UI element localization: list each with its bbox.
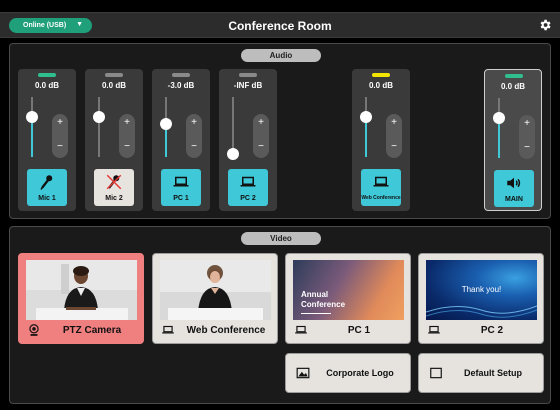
source-label: PC 2 bbox=[480, 325, 504, 336]
channel-strip-pc-2: -INF dB + − PC 2 bbox=[219, 69, 277, 211]
level-indicator bbox=[505, 74, 523, 78]
gain-stepper: + − bbox=[52, 114, 68, 158]
mute-button-mic-1[interactable]: Mic 1 bbox=[27, 169, 67, 206]
level-indicator bbox=[239, 73, 257, 77]
channel-strip-web-conference: 0.0 dB + − Web Conference bbox=[352, 69, 410, 211]
gain-stepper: + − bbox=[186, 114, 202, 158]
level-indicator bbox=[105, 73, 123, 77]
source-tile-ptz-camera[interactable]: PTZ Camera bbox=[18, 253, 144, 344]
mute-button-web-conference[interactable]: Web Conference bbox=[361, 169, 401, 206]
square-icon bbox=[430, 367, 442, 379]
top-bar: Online (USB) ▼ Conference Room bbox=[0, 12, 560, 38]
level-indicator bbox=[38, 73, 56, 77]
channel-strip-mic-1: 0.0 dB + − Mic 1 bbox=[18, 69, 76, 211]
app-title: Conference Room bbox=[228, 19, 332, 33]
gear-icon[interactable] bbox=[538, 18, 552, 32]
level-indicator bbox=[172, 73, 190, 77]
app-window: Online (USB) ▼ Conference Room Audio 0.0… bbox=[0, 0, 560, 410]
mute-button-mic-2[interactable]: Mic 2 bbox=[94, 169, 134, 206]
channel-label: Mic 2 bbox=[105, 195, 123, 202]
laptop-icon bbox=[240, 176, 256, 187]
webcam-icon bbox=[29, 324, 39, 336]
gain-increase-button[interactable]: + bbox=[119, 117, 135, 128]
source-tile-pc-2[interactable]: Thank you! PC 2 bbox=[418, 253, 544, 344]
button-label: Corporate Logo bbox=[326, 368, 394, 378]
gain-readout: 0.0 dB bbox=[101, 81, 126, 90]
gain-stepper: + − bbox=[386, 114, 402, 158]
fader-handle[interactable] bbox=[227, 148, 239, 160]
gain-increase-button[interactable]: + bbox=[386, 117, 402, 128]
source-tile-web-conference[interactable]: Web Conference bbox=[152, 253, 278, 344]
audio-panel: Audio 0.0 dB + − Mic 1 0.0 dB + − Mic 2 … bbox=[9, 43, 551, 219]
fader-handle[interactable] bbox=[26, 111, 38, 123]
mute-button-pc-1[interactable]: PC 1 bbox=[161, 169, 201, 206]
gain-readout: -3.0 dB bbox=[167, 81, 195, 90]
gain-readout: 0.0 dB bbox=[500, 82, 525, 91]
laptop-icon bbox=[295, 325, 307, 334]
default-setup-button[interactable]: Default Setup bbox=[418, 353, 544, 393]
speaker-icon bbox=[507, 177, 521, 189]
channel-strip-main: 0.0 dB + − MAIN bbox=[484, 69, 542, 211]
source-label: Web Conference bbox=[186, 325, 266, 336]
channel-strip-pc-1: -3.0 dB + − PC 1 bbox=[152, 69, 210, 211]
microphone-muted-icon bbox=[106, 174, 122, 190]
fader-fill bbox=[498, 118, 500, 158]
laptop-icon bbox=[173, 176, 189, 187]
audio-section-label: Audio bbox=[241, 49, 321, 62]
corporate-logo-button[interactable]: Corporate Logo bbox=[285, 353, 411, 393]
channel-strip-mic-2: 0.0 dB + − Mic 2 bbox=[85, 69, 143, 211]
channel-label: PC 2 bbox=[240, 195, 256, 202]
fader-fill bbox=[31, 117, 33, 157]
wave-decoration bbox=[426, 305, 537, 318]
gain-stepper: + − bbox=[519, 115, 535, 159]
gain-decrease-button[interactable]: − bbox=[52, 141, 68, 152]
web-conference-preview bbox=[160, 260, 271, 320]
channel-label: PC 1 bbox=[173, 195, 189, 202]
channel-label: Web Conference bbox=[361, 195, 401, 201]
level-indicator bbox=[372, 73, 390, 77]
laptop-icon bbox=[162, 325, 174, 334]
gain-readout: 0.0 dB bbox=[34, 81, 59, 90]
pc-1-slide-text: Annual Conference bbox=[301, 290, 346, 309]
laptop-icon bbox=[428, 325, 440, 334]
video-section-label: Video bbox=[241, 232, 321, 245]
pc-2-slide-text: Thank you! bbox=[461, 285, 502, 294]
mute-button-main[interactable]: MAIN bbox=[494, 170, 534, 207]
source-label: PTZ Camera bbox=[62, 325, 122, 336]
microphone-icon bbox=[40, 175, 53, 190]
gain-increase-button[interactable]: + bbox=[519, 118, 535, 129]
pc-1-preview: Annual Conference bbox=[293, 260, 404, 320]
gain-decrease-button[interactable]: − bbox=[386, 141, 402, 152]
gain-increase-button[interactable]: + bbox=[52, 117, 68, 128]
ptz-camera-preview bbox=[26, 260, 137, 320]
gain-decrease-button[interactable]: − bbox=[186, 141, 202, 152]
fader-handle[interactable] bbox=[493, 112, 505, 124]
fader-handle[interactable] bbox=[360, 111, 372, 123]
fader-handle[interactable] bbox=[93, 111, 105, 123]
gain-stepper: + − bbox=[253, 114, 269, 158]
gain-readout: -INF dB bbox=[233, 81, 263, 90]
pc-2-preview: Thank you! bbox=[426, 260, 537, 320]
gain-stepper: + − bbox=[119, 114, 135, 158]
laptop-icon bbox=[373, 176, 389, 187]
button-label: Default Setup bbox=[463, 368, 522, 378]
mute-button-pc-2[interactable]: PC 2 bbox=[228, 169, 268, 206]
source-label: PC 1 bbox=[347, 325, 371, 336]
fader-handle[interactable] bbox=[160, 118, 172, 130]
gain-decrease-button[interactable]: − bbox=[253, 141, 269, 152]
image-icon bbox=[296, 367, 310, 379]
fader-track[interactable] bbox=[98, 97, 100, 157]
channel-label: Mic 1 bbox=[38, 195, 56, 202]
gain-readout: 0.0 dB bbox=[368, 81, 393, 90]
fader-fill bbox=[365, 117, 367, 157]
gain-increase-button[interactable]: + bbox=[186, 117, 202, 128]
gain-increase-button[interactable]: + bbox=[253, 117, 269, 128]
gain-decrease-button[interactable]: − bbox=[519, 142, 535, 153]
slide-divider bbox=[301, 313, 331, 314]
channel-label: MAIN bbox=[505, 196, 523, 203]
gain-decrease-button[interactable]: − bbox=[119, 141, 135, 152]
source-tile-pc-1[interactable]: Annual Conference PC 1 bbox=[285, 253, 411, 344]
video-panel: Video PTZ Camera Web Conference Annual C… bbox=[9, 226, 551, 404]
fader-fill bbox=[165, 126, 167, 157]
